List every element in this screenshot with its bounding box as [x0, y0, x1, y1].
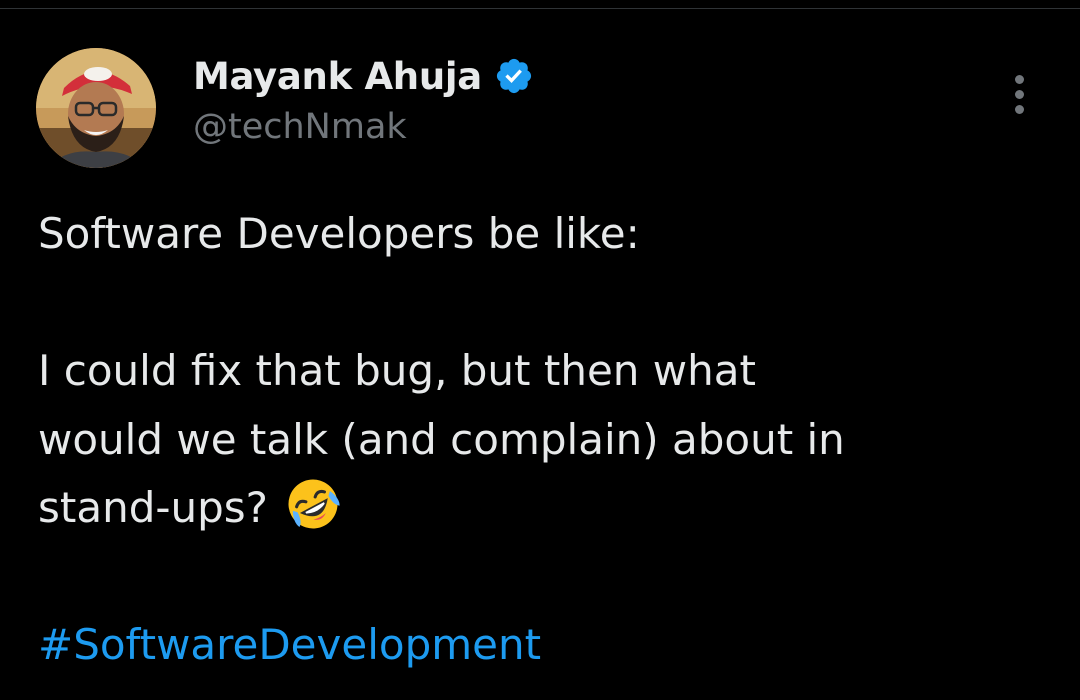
more-options-button[interactable]: [1002, 72, 1038, 118]
rolling-on-floor-laughing-emoji-icon: [285, 476, 341, 532]
author-display-name[interactable]: Mayank Ahuja: [193, 55, 482, 98]
verified-badge-icon[interactable]: [494, 56, 534, 96]
tweet-line: Software Developers be like:: [38, 209, 640, 258]
tweet-text: Software Developers be like: I could fix…: [38, 200, 1048, 680]
tweet-line: stand-ups?: [38, 483, 268, 532]
tweet-line-with-emoji: stand-ups?: [38, 474, 1048, 543]
tweet-hashtag-line: #SoftwareDevelopment: [38, 611, 1048, 680]
tweet: Mayank Ahuja @techNmak Software Develope…: [0, 0, 1080, 700]
more-vertical-icon-dot: [1015, 105, 1024, 114]
tweet-line: would we talk (and complain) about in: [38, 414, 845, 464]
profile-photo: [36, 48, 156, 168]
author-name-row: Mayank Ahuja: [193, 52, 534, 100]
more-vertical-icon-dot: [1015, 90, 1024, 99]
more-vertical-icon: [1015, 75, 1024, 84]
hashtag-link[interactable]: #SoftwareDevelopment: [38, 620, 541, 669]
tweet-line: I could fix that bug, but then what: [38, 346, 756, 395]
author-handle[interactable]: @techNmak: [193, 107, 407, 147]
author-avatar[interactable]: [36, 48, 156, 168]
